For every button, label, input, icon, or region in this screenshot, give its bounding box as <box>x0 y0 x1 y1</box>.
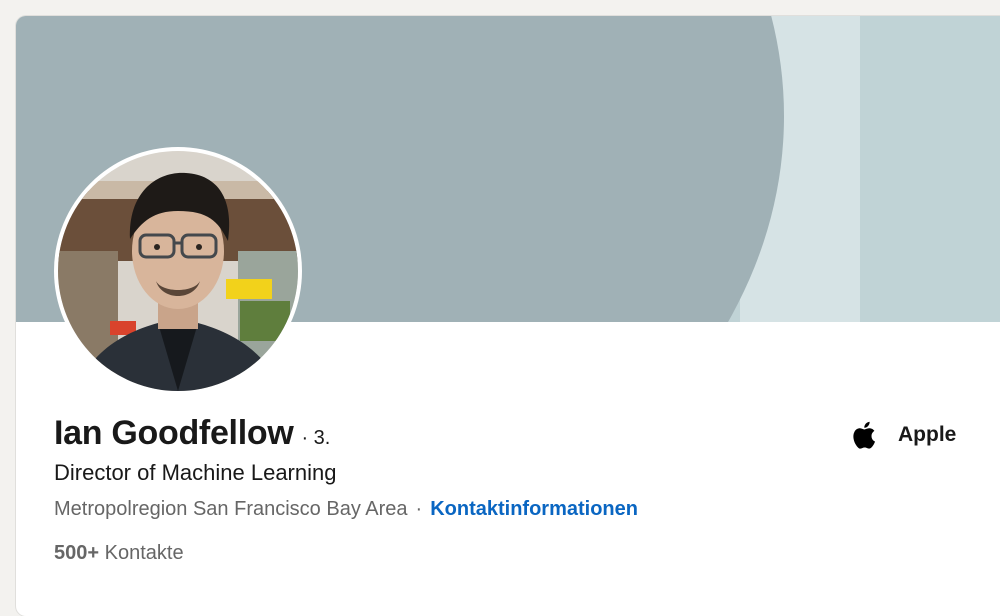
profile-headline: Director of Machine Learning <box>54 460 337 485</box>
company-name: Apple <box>898 423 957 446</box>
connections-label: Kontakte <box>104 542 184 564</box>
current-company-link[interactable]: Apple <box>850 418 956 452</box>
profile-name: Ian Goodfellow <box>54 414 294 452</box>
connections-count: 500+ <box>54 542 100 564</box>
contact-info-link[interactable]: Kontaktinformationen <box>430 498 638 521</box>
name-row: Ian Goodfellow · 3. <box>54 414 330 453</box>
profile-card: Ian Goodfellow · 3. Director of Machine … <box>16 16 1000 616</box>
connection-degree: · 3. <box>301 427 331 449</box>
location-separator: · <box>415 498 423 520</box>
profile-location: Metropolregion San Francisco Bay Area <box>54 498 408 520</box>
avatar-photo <box>58 151 298 391</box>
connections-row[interactable]: 500+ Kontakte <box>54 542 184 565</box>
location-row: Metropolregion San Francisco Bay Area · … <box>54 498 638 521</box>
profile-avatar[interactable] <box>54 147 302 395</box>
apple-logo-icon <box>853 421 875 449</box>
